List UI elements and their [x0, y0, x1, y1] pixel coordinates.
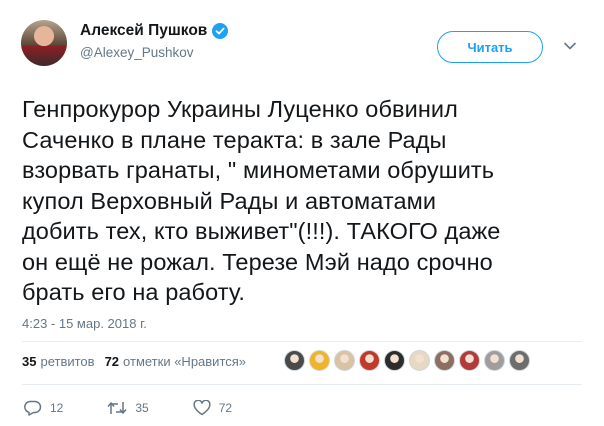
liker-avatar[interactable] — [509, 350, 530, 371]
user-name-row: Алексей Пушков — [80, 22, 229, 40]
liker-avatar[interactable] — [284, 350, 305, 371]
liker-avatar[interactable] — [484, 350, 505, 371]
likes-stat[interactable]: 72 отметки «Нравится» — [105, 354, 246, 369]
retweets-label: ретвитов — [40, 354, 95, 369]
reply-count: 12 — [50, 401, 64, 415]
user-name[interactable]: Алексей Пушков — [80, 22, 207, 40]
retweet-count: 35 — [135, 401, 149, 415]
liker-avatar[interactable] — [434, 350, 455, 371]
liker-avatar[interactable] — [384, 350, 405, 371]
liker-avatar[interactable] — [309, 350, 330, 371]
liker-avatar[interactable] — [459, 350, 480, 371]
tweet-stats: 35 ретвитов 72 отметки «Нравится» — [22, 354, 256, 369]
like-count: 72 — [218, 401, 233, 415]
liker-avatar[interactable] — [334, 350, 355, 371]
retweet-icon — [107, 401, 127, 415]
like-button[interactable]: 72 — [193, 400, 232, 416]
likes-label: отметки «Нравится» — [123, 354, 247, 369]
tweet-text: Генпрокурор Украины Луценко обвинил Саче… — [22, 96, 501, 305]
liker-avatar[interactable] — [409, 350, 430, 371]
user-avatar[interactable] — [21, 20, 67, 66]
user-handle[interactable]: @Alexey_Pushkov — [80, 45, 194, 60]
tweet-timestamp[interactable]: 4:23 - 15 мар. 2018 г. — [22, 316, 147, 331]
retweet-button[interactable]: 35 — [107, 400, 149, 416]
follow-button[interactable]: Читать — [437, 31, 543, 63]
retweets-stat[interactable]: 35 ретвитов — [22, 354, 95, 369]
liker-avatar[interactable] — [359, 350, 380, 371]
verified-badge-icon — [212, 23, 229, 39]
retweets-count: 35 — [22, 354, 37, 369]
likes-count: 72 — [104, 354, 120, 369]
likers-avatar-list — [284, 350, 530, 371]
heart-icon — [193, 400, 211, 416]
chevron-down-icon[interactable] — [560, 36, 580, 56]
divider — [22, 341, 582, 342]
tweet-actions: 12 35 72 — [24, 400, 276, 416]
reply-button[interactable]: 12 — [24, 400, 63, 416]
divider — [22, 384, 582, 385]
reply-icon — [24, 400, 42, 416]
